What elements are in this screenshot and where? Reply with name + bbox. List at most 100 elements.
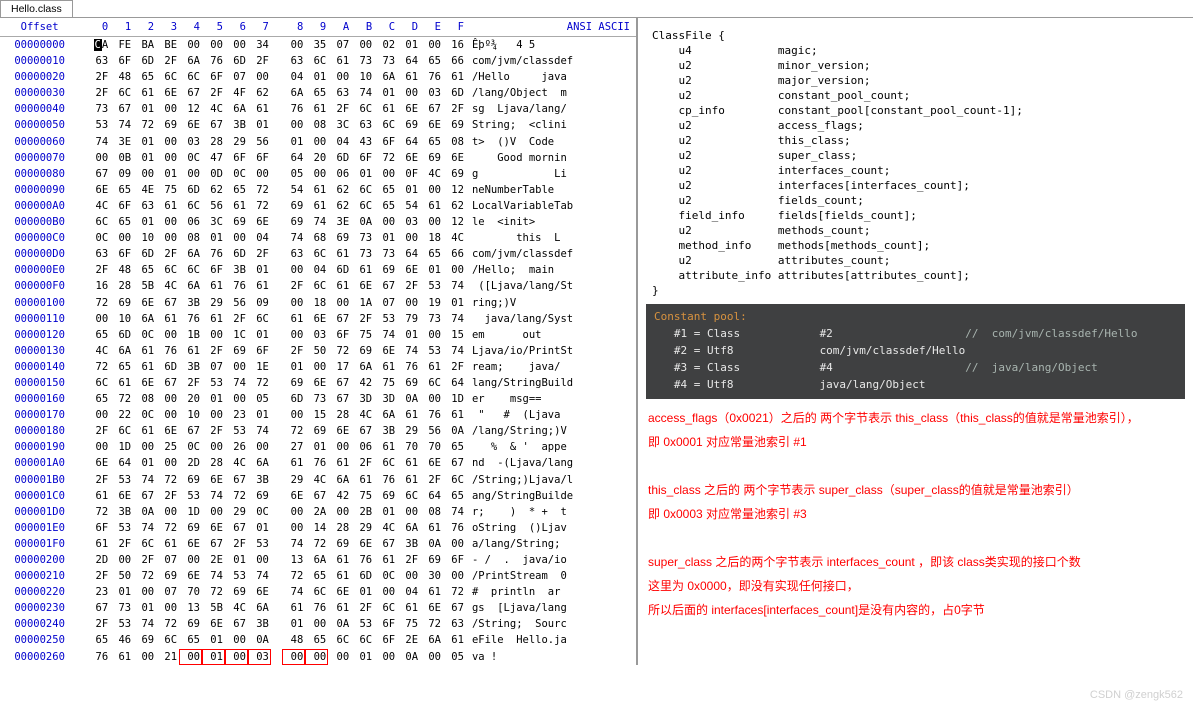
hex-byte[interactable]: 61	[305, 182, 328, 198]
hex-byte[interactable]: 66	[443, 53, 466, 69]
hex-byte[interactable]: 67	[443, 600, 466, 616]
hex-byte[interactable]: 00	[110, 552, 133, 568]
hex-byte[interactable]: 69	[328, 536, 351, 552]
hex-byte[interactable]: 6C	[305, 584, 328, 600]
hex-byte[interactable]: 15	[443, 327, 466, 343]
hex-byte[interactable]: 65	[110, 182, 133, 198]
hex-byte[interactable]: BE	[156, 37, 179, 54]
hex-byte[interactable]: 56	[225, 295, 248, 311]
hex-byte[interactable]: 61	[397, 600, 420, 616]
hex-byte[interactable]: 2A	[305, 504, 328, 520]
hex-byte[interactable]: 61	[443, 69, 466, 85]
hex-byte[interactable]: 74	[374, 327, 397, 343]
hex-byte[interactable]: 65	[443, 488, 466, 504]
hex-byte[interactable]: 4C	[225, 600, 248, 616]
hex-byte[interactable]: 00	[179, 552, 202, 568]
hex-byte[interactable]: 65	[133, 69, 156, 85]
hex-byte[interactable]: 01	[443, 295, 466, 311]
hex-byte[interactable]: 76	[156, 343, 179, 359]
hex-byte[interactable]: 4C	[225, 455, 248, 471]
hex-byte[interactable]: 6E	[397, 101, 420, 117]
hex-byte[interactable]: 00	[156, 327, 179, 343]
hex-byte[interactable]: 12	[443, 214, 466, 230]
hex-byte[interactable]: 61	[282, 455, 305, 471]
hex-byte[interactable]: 6E	[87, 182, 110, 198]
hex-byte[interactable]: 00	[133, 166, 156, 182]
hex-byte[interactable]: 70	[179, 584, 202, 600]
hex-byte[interactable]: 6E	[87, 455, 110, 471]
hex-byte[interactable]: 6E	[282, 488, 305, 504]
hex-byte[interactable]: 69	[397, 117, 420, 133]
hex-byte[interactable]: 72	[133, 117, 156, 133]
hex-byte[interactable]: 54	[282, 182, 305, 198]
hex-byte[interactable]: 22	[110, 407, 133, 423]
hex-byte[interactable]: 64	[397, 246, 420, 262]
hex-byte[interactable]: 6F	[202, 262, 225, 278]
hex-byte[interactable]: 2F	[328, 101, 351, 117]
hex-byte[interactable]: 08	[179, 230, 202, 246]
hex-byte[interactable]: 65	[110, 214, 133, 230]
hex-byte[interactable]: 65	[374, 198, 397, 214]
tab-hello-class[interactable]: Hello.class	[0, 0, 73, 17]
hex-byte[interactable]: 3E	[110, 134, 133, 150]
hex-byte[interactable]: 72	[202, 584, 225, 600]
hex-byte[interactable]: 73	[351, 53, 374, 69]
hex-byte[interactable]: 0A	[420, 536, 443, 552]
hex-byte[interactable]: 04	[397, 584, 420, 600]
hex-byte[interactable]: 67	[225, 520, 248, 536]
hex-byte[interactable]: 72	[248, 375, 271, 391]
hex-byte[interactable]: 6A	[282, 85, 305, 101]
hex-byte[interactable]: 6C	[443, 472, 466, 488]
hex-byte[interactable]: 10	[351, 69, 374, 85]
hex-byte[interactable]: 6C	[110, 85, 133, 101]
hex-byte[interactable]: 01	[374, 230, 397, 246]
hex-byte[interactable]: 6D	[328, 150, 351, 166]
hex-byte[interactable]: 50	[110, 568, 133, 584]
hex-byte[interactable]: 63	[351, 117, 374, 133]
hex-byte[interactable]: 2F	[87, 616, 110, 632]
hex-byte[interactable]: 4F	[225, 85, 248, 101]
hex-byte[interactable]: 6A	[374, 69, 397, 85]
hex-byte[interactable]: 6D	[133, 246, 156, 262]
hex-byte[interactable]: 50	[305, 343, 328, 359]
hex-byte[interactable]: 6E	[202, 520, 225, 536]
hex-byte[interactable]: 00	[156, 600, 179, 616]
hex-byte[interactable]: 61	[282, 311, 305, 327]
hex-byte[interactable]: 72	[133, 568, 156, 584]
hex-byte[interactable]: 73	[110, 600, 133, 616]
hex-byte[interactable]: 67	[225, 616, 248, 632]
hex-byte[interactable]: 76	[374, 472, 397, 488]
hex-byte[interactable]: 63	[87, 53, 110, 69]
hex-byte[interactable]: 62	[248, 85, 271, 101]
hex-byte[interactable]: 14	[305, 520, 328, 536]
hex-byte[interactable]: 64	[420, 488, 443, 504]
hex-byte[interactable]: 0C	[374, 568, 397, 584]
hex-byte[interactable]: 74	[305, 214, 328, 230]
hex-byte[interactable]: 65	[374, 182, 397, 198]
hex-byte[interactable]: 73	[351, 230, 374, 246]
hex-byte[interactable]: 65	[305, 632, 328, 648]
hex-byte[interactable]: 6E	[351, 278, 374, 294]
hex-byte[interactable]: 1C	[225, 327, 248, 343]
hex-byte[interactable]: 2F	[397, 552, 420, 568]
hex-byte[interactable]: 08	[133, 391, 156, 407]
hex-byte[interactable]: 20	[305, 150, 328, 166]
hex-byte[interactable]: 28	[202, 134, 225, 150]
hex-byte[interactable]: 63	[328, 85, 351, 101]
hex-byte[interactable]: 69	[179, 616, 202, 632]
hex-byte[interactable]: 61	[374, 552, 397, 568]
hex-byte[interactable]: 00	[225, 649, 248, 665]
hex-byte[interactable]: 67	[179, 85, 202, 101]
hex-byte[interactable]: 10	[133, 230, 156, 246]
hex-byte[interactable]: 00	[179, 37, 202, 54]
hex-byte[interactable]: 74	[351, 85, 374, 101]
hex-byte[interactable]: 4C	[156, 278, 179, 294]
hex-byte[interactable]: 35	[305, 37, 328, 54]
hex-byte[interactable]: 2F	[87, 423, 110, 439]
hex-byte[interactable]: 69	[443, 166, 466, 182]
hex-byte[interactable]: 69	[282, 214, 305, 230]
hex-byte[interactable]: 69	[420, 150, 443, 166]
hex-byte[interactable]: 0C	[179, 439, 202, 455]
hex-byte[interactable]: 6C	[374, 455, 397, 471]
hex-byte[interactable]: 6E	[156, 423, 179, 439]
